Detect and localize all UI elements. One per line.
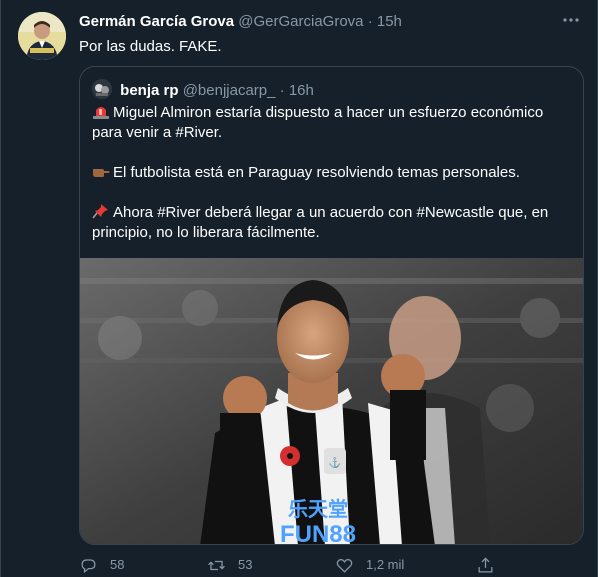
quoted-paragraph-text: Miguel Almiron estaría dispuesto a hacer…: [92, 104, 544, 141]
quoted-paragraph-text: El futbolista está en Paraguay resolvien…: [113, 164, 520, 181]
heart-icon: [336, 558, 353, 573]
shirt-sponsor-bottom: FUN88: [280, 521, 356, 545]
tweet-text: Por las dudas. FAKE.: [79, 38, 222, 55]
reply-count: 58: [110, 557, 125, 572]
quoted-paragraph: Miguel Almiron estaría dispuesto a hacer…: [92, 103, 572, 143]
pushpin-icon: [92, 203, 110, 219]
quoted-paragraph: El futbolista está en Paraguay resolvien…: [92, 163, 572, 183]
svg-text:⚓: ⚓: [329, 456, 341, 469]
like-button[interactable]: 1,2 mil: [335, 553, 404, 577]
author-name[interactable]: Germán García Grova: [79, 13, 234, 30]
like-count: 1,2 mil: [366, 557, 405, 572]
retweet-count: 53: [238, 557, 253, 572]
quoted-tweet-timestamp[interactable]: 16h: [289, 82, 314, 99]
quoted-tweet-header: benja rp @benjjacarp_ · 16h: [92, 79, 314, 100]
tweet-timestamp[interactable]: 15h: [377, 13, 402, 30]
quoted-author-name[interactable]: benja rp: [120, 82, 178, 99]
retweet-icon: [208, 560, 225, 570]
quoted-tweet-text: Miguel Almiron estaría dispuesto a hacer…: [92, 103, 572, 263]
tweet-actions: 58 53 1,2 mil: [79, 553, 584, 577]
reply-icon: [81, 558, 96, 573]
rotating-light-icon: [92, 103, 110, 119]
author-avatar[interactable]: [18, 12, 66, 60]
tweet-header: Germán García Grova @GerGarciaGrova · 15…: [79, 13, 402, 31]
more-options-icon[interactable]: [561, 10, 581, 30]
quoted-tweet[interactable]: benja rp @benjjacarp_ · 16h Miguel Almir…: [79, 66, 584, 545]
quoted-author-handle[interactable]: @benjjacarp_: [183, 82, 276, 99]
share-button[interactable]: [476, 553, 507, 577]
quoted-tweet-photo[interactable]: ⚓ 乐天堂 FUN88: [80, 258, 583, 545]
pointing-hand-icon: [92, 163, 110, 179]
quoted-paragraph: Ahora #River deberá llegar a un acuerdo …: [92, 203, 572, 243]
reply-button[interactable]: 58: [79, 553, 124, 577]
quoted-paragraph-text: Ahora #River deberá llegar a un acuerdo …: [92, 204, 549, 241]
quoted-author-avatar: [92, 79, 112, 99]
author-handle[interactable]: @GerGarciaGrova: [238, 13, 363, 30]
separator-dot: ·: [367, 13, 373, 30]
shirt-sponsor-top: 乐天堂: [288, 497, 348, 521]
separator-dot: ·: [279, 82, 285, 99]
retweet-button[interactable]: 53: [207, 553, 252, 577]
share-icon: [478, 556, 493, 572]
tweet[interactable]: Germán García Grova @GerGarciaGrova · 15…: [0, 0, 598, 577]
